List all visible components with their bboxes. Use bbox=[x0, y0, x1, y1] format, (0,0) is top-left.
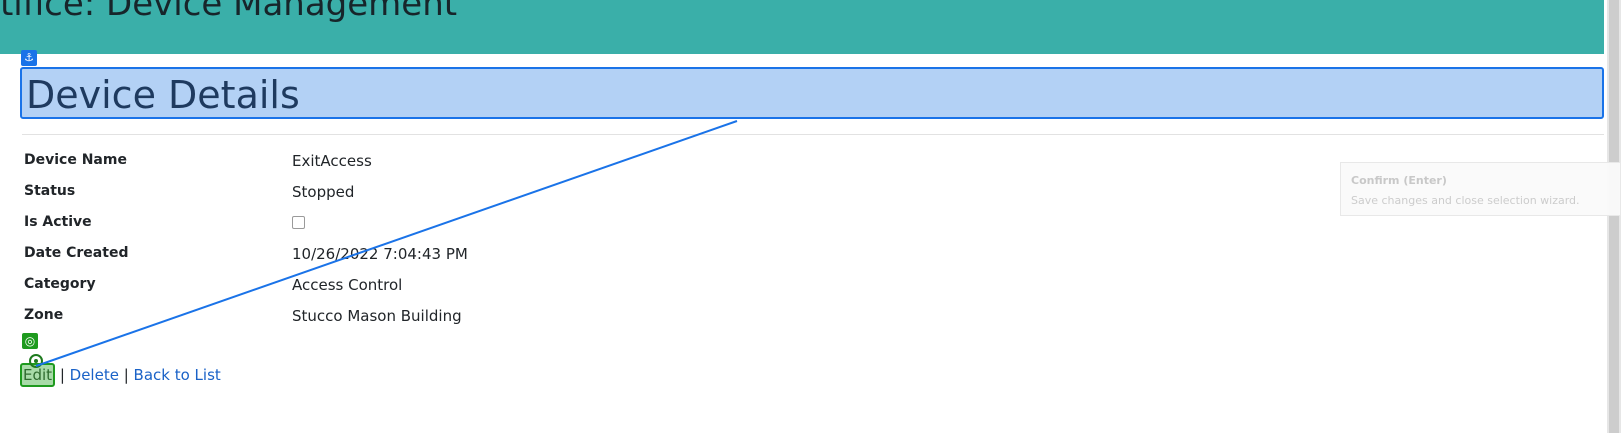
detail-value: ExitAccess bbox=[292, 152, 372, 170]
confirm-subtitle: Save changes and close selection wizard. bbox=[1351, 194, 1580, 207]
confirm-tooltip[interactable]: Confirm (Enter) Save changes and close s… bbox=[1340, 162, 1621, 216]
divider bbox=[22, 134, 1604, 135]
detail-label: Status bbox=[24, 183, 76, 199]
detail-label: Is Active bbox=[24, 214, 92, 230]
detail-value: Access Control bbox=[292, 276, 403, 294]
page-title: Device Details bbox=[26, 73, 300, 117]
target-icon[interactable]: ◎ bbox=[22, 333, 38, 349]
detail-value: Stopped bbox=[292, 183, 355, 201]
anchor-icon[interactable]: ⚓ bbox=[21, 50, 37, 66]
scrollbar-thumb[interactable] bbox=[1609, 0, 1619, 433]
app-header: rtifice: Device Management bbox=[0, 0, 1604, 54]
detail-label: Zone bbox=[24, 307, 64, 323]
heading-highlight[interactable]: Device Details bbox=[20, 67, 1604, 119]
link-separator: | bbox=[118, 366, 134, 384]
delete-link[interactable]: Delete bbox=[70, 366, 119, 384]
confirm-title: Confirm (Enter) bbox=[1351, 174, 1447, 187]
back-to-list-link[interactable]: Back to List bbox=[134, 366, 221, 384]
detail-label: Category bbox=[24, 276, 96, 292]
detail-label: Device Name bbox=[24, 152, 127, 168]
detail-value: Stucco Mason Building bbox=[292, 307, 462, 325]
link-separator: | bbox=[55, 366, 70, 384]
detail-label: Date Created bbox=[24, 245, 129, 261]
edit-link[interactable]: Edit bbox=[23, 366, 52, 384]
action-links: Edit | Delete | Back to List bbox=[20, 363, 221, 387]
crosshair-icon bbox=[29, 354, 43, 368]
app-title: rtifice: Device Management bbox=[0, 0, 458, 24]
is-active-checkbox bbox=[292, 216, 305, 229]
selection-connector-line bbox=[35, 120, 738, 367]
detail-value: 10/26/2022 7:04:43 PM bbox=[292, 245, 468, 263]
